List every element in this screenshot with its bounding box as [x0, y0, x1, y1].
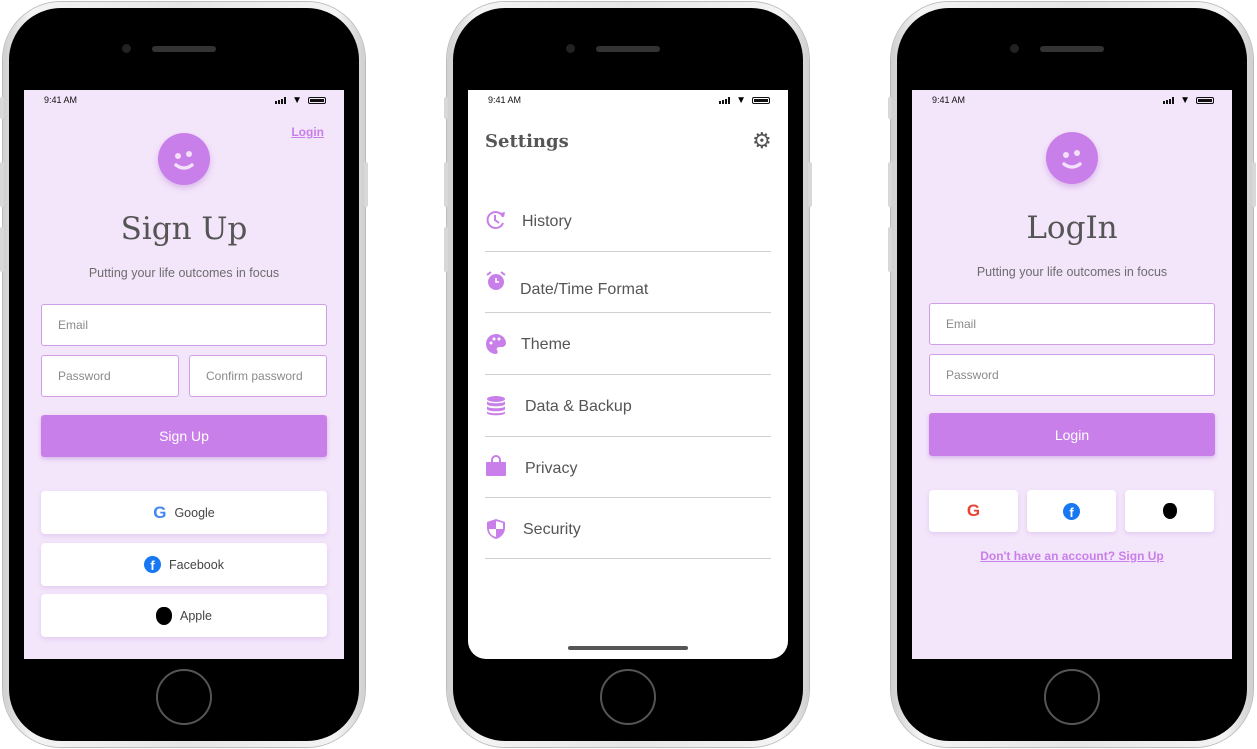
- confirm-password-input[interactable]: Confirm password: [189, 355, 327, 397]
- signal-icon: [719, 97, 731, 104]
- status-time: 9:41 AM: [44, 95, 78, 105]
- settings-item-privacy[interactable]: Privacy: [525, 460, 577, 478]
- settings-item-security[interactable]: Security: [523, 521, 581, 539]
- apple-label: Apple: [180, 608, 212, 623]
- speaker: [1040, 46, 1104, 52]
- apple-icon: [156, 606, 172, 625]
- status-time: 9:41 AM: [488, 95, 522, 105]
- settings-item-theme[interactable]: Theme: [521, 336, 571, 354]
- home-button[interactable]: [1044, 669, 1100, 725]
- settings-screen: 9:41 AM ▼ Settings ⚙ History Date/Time F…: [468, 90, 788, 659]
- battery-icon: [752, 97, 770, 104]
- settings-item-history[interactable]: History: [522, 213, 572, 231]
- email-input[interactable]: Email: [41, 304, 327, 346]
- status-time: 9:41 AM: [932, 95, 966, 105]
- camera: [1010, 44, 1019, 53]
- login-screen: 9:41 AM ▼ LogIn Putting your life outcom…: [912, 90, 1232, 659]
- password-input[interactable]: Password: [41, 355, 179, 397]
- gear-icon[interactable]: ⚙: [752, 128, 772, 154]
- wifi-icon: ▼: [1180, 95, 1190, 106]
- phone-settings: 9:41 AM ▼ Settings ⚙ History Date/Time F…: [444, 2, 812, 747]
- login-button[interactable]: Login: [929, 413, 1215, 456]
- shield-icon: [485, 518, 507, 540]
- camera: [122, 44, 131, 53]
- facebook-icon: f: [144, 556, 162, 573]
- password-input[interactable]: Password: [929, 354, 1215, 396]
- google-icon: G: [966, 501, 981, 520]
- smiley-logo-icon: [1046, 132, 1098, 184]
- signup-screen: 9:41 AM ▼ Login Sign Up Putting your lif…: [24, 90, 344, 659]
- camera: [566, 44, 575, 53]
- page-title: LogIn: [1026, 210, 1118, 246]
- phone-login: 9:41 AM ▼ LogIn Putting your life outcom…: [888, 2, 1256, 747]
- bag-icon: [485, 455, 507, 477]
- subtitle: Putting your life outcomes in focus: [88, 266, 280, 280]
- google-icon: G: [153, 502, 167, 522]
- google-label: Google: [174, 505, 215, 520]
- wifi-icon: ▼: [292, 95, 302, 106]
- signal-icon: [1163, 97, 1175, 104]
- apple-signup-button[interactable]: Apple: [41, 594, 327, 637]
- signal-icon: [275, 97, 287, 104]
- google-signup-button[interactable]: G Google: [41, 491, 327, 534]
- page-title: Sign Up: [120, 211, 248, 247]
- status-icons: ▼: [719, 95, 770, 106]
- speaker: [152, 46, 216, 52]
- wifi-icon: ▼: [736, 95, 746, 106]
- facebook-signup-button[interactable]: f Facebook: [41, 543, 327, 586]
- database-icon: [485, 395, 507, 417]
- apple-login-button[interactable]: [1125, 490, 1214, 532]
- smiley-logo-icon: [158, 133, 210, 185]
- email-input[interactable]: Email: [929, 303, 1215, 345]
- palette-icon: [485, 333, 507, 355]
- speaker: [596, 46, 660, 52]
- settings-item-data-backup[interactable]: Data & Backup: [525, 398, 632, 416]
- facebook-label: Facebook: [169, 557, 224, 572]
- page-title: Settings: [485, 131, 569, 152]
- login-link[interactable]: Login: [291, 125, 324, 139]
- alarm-clock-icon: [485, 270, 507, 292]
- home-button[interactable]: [600, 669, 656, 725]
- signup-link[interactable]: Don't have an account? Sign Up: [980, 549, 1164, 563]
- history-icon: [485, 209, 507, 231]
- apple-icon: [1162, 503, 1177, 519]
- status-icons: ▼: [275, 95, 326, 106]
- google-login-button[interactable]: G: [929, 490, 1018, 532]
- facebook-login-button[interactable]: f: [1027, 490, 1116, 532]
- status-icons: ▼: [1163, 95, 1214, 106]
- home-button[interactable]: [156, 669, 212, 725]
- signup-button[interactable]: Sign Up: [41, 415, 327, 457]
- phone-signup: 9:41 AM ▼ Login Sign Up Putting your lif…: [0, 2, 368, 747]
- facebook-icon: f: [1063, 502, 1080, 520]
- settings-item-datetime[interactable]: Date/Time Format: [520, 281, 648, 299]
- subtitle: Putting your life outcomes in focus: [976, 265, 1168, 279]
- battery-icon: [308, 97, 326, 104]
- home-indicator: [568, 646, 688, 650]
- battery-icon: [1196, 97, 1214, 104]
